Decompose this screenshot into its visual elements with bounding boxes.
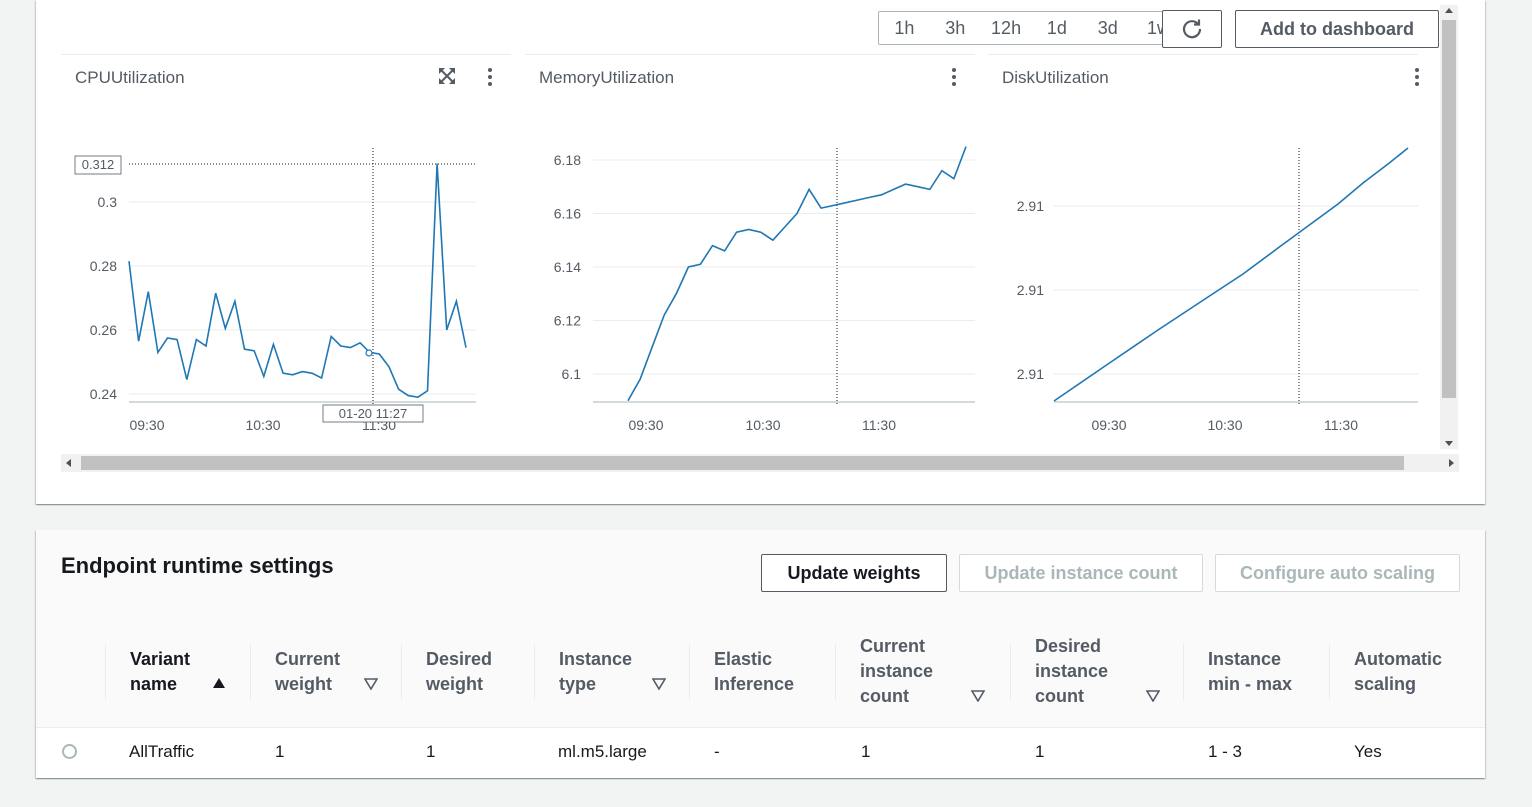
disk-series-line <box>1053 147 1409 402</box>
hover-time-label: 01-20 11:27 <box>339 406 407 421</box>
memory-series-line <box>627 146 967 402</box>
y-tick-label: 6.18 <box>554 152 581 168</box>
endpoint-runtime-settings-panel: Endpoint runtime settings Update weights… <box>36 530 1485 778</box>
table-header: Variant name Current weight Desired weig… <box>36 616 1485 728</box>
x-tick-label: 09:30 <box>1091 417 1126 433</box>
sort-icon[interactable] <box>1146 690 1160 702</box>
time-range-selector: 1h 3h 12h 1d 3d 1w <box>878 11 1185 45</box>
cpu-utilization-widget: CPUUtilization 0.24 0.26 0.28 0.3 09:30 10:30… <box>61 54 511 450</box>
y-tick-label: 6.16 <box>554 206 581 222</box>
time-range-1h[interactable]: 1h <box>879 12 930 44</box>
desired-instance-count-cell: 1 <box>1035 742 1045 761</box>
sort-icon[interactable] <box>652 678 666 690</box>
scroll-left-icon[interactable] <box>66 459 71 467</box>
column-automatic-scaling[interactable]: Automatic scaling <box>1329 616 1485 727</box>
y-tick-label: 2.91 <box>1017 198 1044 214</box>
scroll-thumb[interactable] <box>1442 20 1456 398</box>
x-tick-label: 10:30 <box>1207 417 1242 433</box>
scroll-thumb[interactable] <box>81 456 1404 470</box>
y-tick-label: 6.14 <box>554 259 581 275</box>
hover-point <box>365 349 373 357</box>
refresh-icon <box>1182 19 1202 39</box>
configure-auto-scaling-button[interactable]: Configure auto scaling <box>1215 554 1460 592</box>
y-tick-label: 2.91 <box>1017 366 1044 382</box>
y-tick-label: 6.12 <box>554 313 581 329</box>
sort-icon[interactable] <box>364 678 378 690</box>
refresh-button[interactable] <box>1162 10 1222 48</box>
disk-utilization-chart: 2.91 2.91 2.91 09:30 10:30 11:30 <box>1017 147 1418 433</box>
time-range-12h[interactable]: 12h <box>981 12 1032 44</box>
column-instance-type[interactable]: Instance type <box>534 616 689 727</box>
y-tick-label: 2.91 <box>1017 282 1044 298</box>
y-tick-label: 0.24 <box>90 386 117 402</box>
sort-icon[interactable] <box>971 690 985 702</box>
scroll-up-icon[interactable] <box>1445 8 1453 13</box>
elastic-inference-cell: - <box>714 742 720 761</box>
column-instance-min-max[interactable]: Instance min - max <box>1183 616 1329 727</box>
desired-weight-cell: 1 <box>426 742 436 761</box>
update-instance-count-button[interactable]: Update instance count <box>959 554 1203 592</box>
memory-utilization-widget: MemoryUtilization 6.1 6.12 6.14 6.16 6.18 09:… <box>525 54 975 450</box>
column-desired-weight[interactable]: Desired weight <box>401 616 534 727</box>
x-tick-label: 11:30 <box>862 417 896 433</box>
x-tick-label: 09:30 <box>129 417 164 433</box>
column-current-instance-count[interactable]: Current instance count <box>835 616 1010 727</box>
section-title: Endpoint runtime settings <box>61 553 334 578</box>
vertical-scrollbar[interactable] <box>1440 5 1458 449</box>
y-tick-label: 0.26 <box>90 322 117 338</box>
settings-header: Endpoint runtime settings Update weights… <box>36 530 1485 617</box>
cpu-utilization-chart: 0.240.260.280.309:30 10:30 11:30 0.312 01-… <box>74 148 476 433</box>
memory-utilization-chart: 6.1 6.12 6.14 6.16 6.18 09:30 10:30 11:30 <box>554 146 975 433</box>
time-range-3d[interactable]: 3d <box>1082 12 1133 44</box>
x-tick-label: 10:30 <box>745 417 780 433</box>
column-current-weight[interactable]: Current weight <box>250 616 401 727</box>
time-range-1d[interactable]: 1d <box>1031 12 1082 44</box>
horizontal-scrollbar[interactable] <box>61 454 1459 472</box>
x-tick-label: 10:30 <box>245 417 280 433</box>
y-tick-label: 0.3 <box>98 194 118 210</box>
add-to-dashboard-button[interactable]: Add to dashboard <box>1235 10 1439 48</box>
row-select-radio[interactable] <box>62 744 77 759</box>
column-variant-name[interactable]: Variant name <box>105 616 250 727</box>
scroll-down-icon[interactable] <box>1445 441 1453 446</box>
instance-min-max-cell: 1 - 3 <box>1208 742 1243 761</box>
automatic-scaling-cell: Yes <box>1354 742 1382 761</box>
column-elastic-inference[interactable]: Elastic Inference <box>689 616 835 727</box>
scroll-right-icon[interactable] <box>1449 459 1454 467</box>
hover-value-label: 0.312 <box>82 157 115 172</box>
time-range-3h[interactable]: 3h <box>930 12 981 44</box>
x-tick-label: 11:30 <box>1324 417 1358 433</box>
cpu-series-line <box>128 163 467 399</box>
variant-name-cell: AllTraffic <box>129 742 195 761</box>
disk-utilization-widget: DiskUtilization 2.91 2.91 2.91 09:30 10:30 11… <box>988 54 1419 450</box>
y-tick-label: 6.1 <box>562 366 582 382</box>
current-instance-count-cell: 1 <box>861 742 871 761</box>
current-weight-cell: 1 <box>275 742 285 761</box>
y-tick-label: 0.28 <box>90 258 117 274</box>
sort-ascending-icon[interactable] <box>212 677 226 689</box>
x-tick-label: 09:30 <box>628 417 663 433</box>
instance-type-cell: ml.m5.large <box>558 742 647 761</box>
update-weights-button[interactable]: Update weights <box>761 554 947 592</box>
metrics-panel: 1h 3h 12h 1d 3d 1w Add to dashboard CPUU… <box>36 0 1485 504</box>
column-desired-instance-count[interactable]: Desired instance count <box>1010 616 1183 727</box>
